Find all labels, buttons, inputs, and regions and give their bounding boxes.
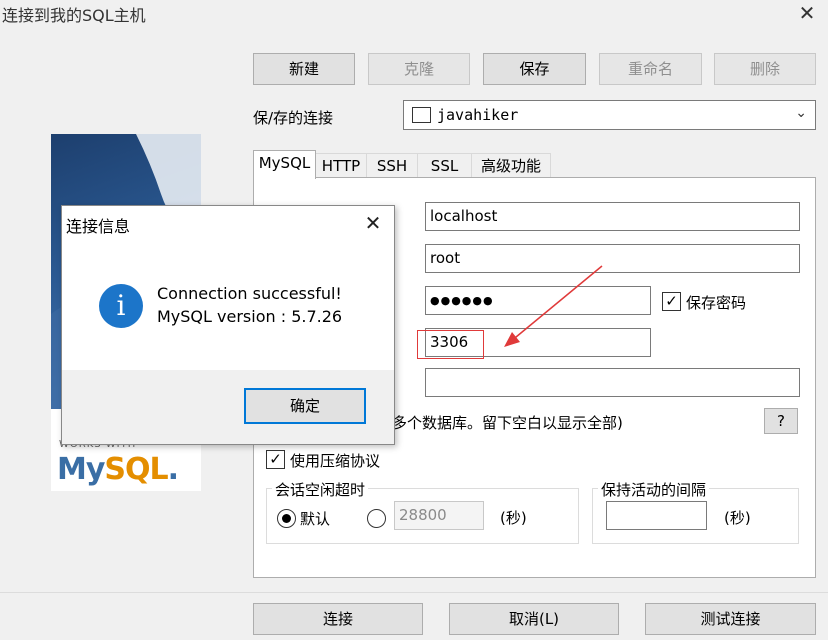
info-icon: i: [99, 284, 143, 328]
tab-mysql[interactable]: MySQL: [253, 150, 316, 179]
color-swatch: [412, 107, 431, 123]
tab-advanced[interactable]: 高级功能: [471, 153, 551, 178]
keepalive-label: 保持活动的间隔: [598, 479, 710, 500]
session-timeout-label: 会话空闲超时: [272, 479, 369, 500]
database-input[interactable]: [425, 368, 800, 397]
save-password-checkbox[interactable]: ✓: [662, 292, 681, 311]
saved-connections-label: 保/存的连接: [253, 109, 334, 127]
tab-http[interactable]: HTTP: [315, 153, 367, 178]
compression-checkbox[interactable]: ✓: [266, 450, 285, 469]
connect-button[interactable]: 连接: [253, 603, 423, 635]
saved-connections-select[interactable]: javahiker ⌄: [403, 100, 816, 130]
bottom-separator: [0, 592, 828, 593]
save-password-label: 保存密码: [686, 294, 747, 312]
brand-mid: SQL: [104, 452, 168, 487]
mysql-brand: MySQL.: [57, 452, 179, 487]
help-button[interactable]: ?: [764, 408, 798, 434]
compression-label: 使用压缩协议: [290, 452, 381, 470]
port-highlight-box: [417, 330, 484, 359]
timeout-value-input[interactable]: 28800: [394, 501, 484, 530]
database-hint: 多个数据库。留下空白以显示全部): [392, 414, 623, 432]
timeout-default-label: 默认: [300, 510, 331, 528]
connection-info-dialog: 连接信息 ✕ i Connection successful! MySQL ve…: [61, 205, 395, 445]
brand-prefix: My: [57, 452, 105, 487]
chevron-down-icon: ⌄: [795, 105, 807, 121]
test-connection-button[interactable]: 测试连接: [645, 603, 816, 635]
tab-ssl[interactable]: SSL: [417, 153, 472, 178]
window-close-icon[interactable]: ✕: [796, 2, 818, 24]
dialog-message-line1: Connection successful!: [157, 284, 342, 303]
timeout-default-radio[interactable]: [277, 509, 296, 528]
dialog-message-line2: MySQL version : 5.7.26: [157, 307, 343, 326]
keepalive-input[interactable]: [606, 501, 707, 530]
saved-connections-value: javahiker: [437, 106, 519, 124]
rename-button[interactable]: 重命名: [599, 53, 702, 85]
save-button[interactable]: 保存: [483, 53, 586, 85]
ok-button[interactable]: 确定: [244, 388, 366, 424]
dialog-title: 连接信息: [66, 217, 131, 236]
tab-ssh[interactable]: SSH: [366, 153, 418, 178]
host-input[interactable]: localhost: [425, 202, 800, 231]
annotation-arrow: [504, 265, 603, 347]
window-title: 连接到我的SQL主机: [2, 6, 146, 25]
user-input[interactable]: root: [425, 244, 800, 273]
brand-suffix: .: [167, 452, 179, 487]
timeout-unit: (秒): [500, 509, 527, 527]
keepalive-unit: (秒): [724, 509, 751, 527]
timeout-custom-radio[interactable]: [367, 509, 386, 528]
new-button[interactable]: 新建: [253, 53, 355, 85]
dialog-close-icon[interactable]: ✕: [360, 210, 386, 236]
clone-button[interactable]: 克隆: [368, 53, 470, 85]
delete-button[interactable]: 删除: [714, 53, 816, 85]
cancel-button[interactable]: 取消(L): [449, 603, 619, 635]
